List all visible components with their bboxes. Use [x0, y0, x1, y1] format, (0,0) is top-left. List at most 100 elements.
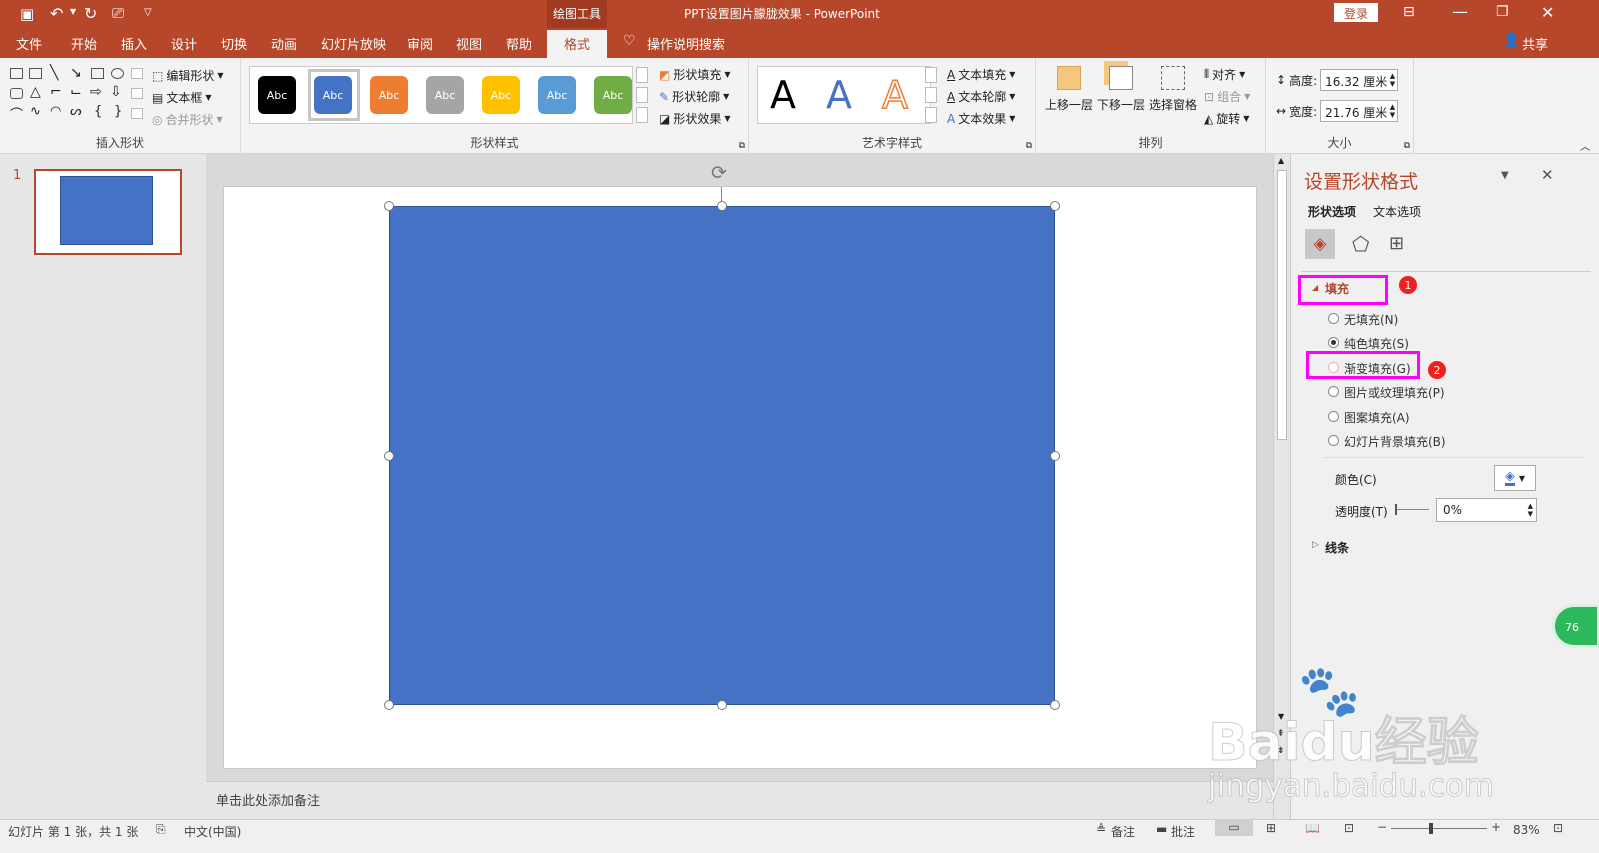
- collapse-ribbon-icon[interactable]: ︿: [1580, 138, 1590, 153]
- tab-help[interactable]: 帮助: [506, 34, 532, 53]
- shape-fill-button[interactable]: ◩ 形状填充 ▼: [659, 66, 731, 83]
- vertical-scrollbar[interactable]: ▲ ▼ ⇞ ⇟: [1273, 154, 1290, 819]
- zoom-level[interactable]: 83%: [1513, 823, 1540, 837]
- resize-handle-top[interactable]: [717, 201, 727, 211]
- restore-icon[interactable]: ❐: [1496, 4, 1509, 20]
- close-icon[interactable]: ✕: [1541, 3, 1554, 22]
- resize-handle-right[interactable]: [1050, 451, 1060, 461]
- send-backward-button[interactable]: 下移一层: [1095, 66, 1147, 113]
- spell-check-icon[interactable]: ⎘: [156, 822, 166, 837]
- tab-transitions[interactable]: 切换: [221, 34, 247, 53]
- undo-dropdown-icon[interactable]: ▼: [70, 7, 76, 16]
- style-swatch[interactable]: Abc: [258, 76, 296, 114]
- slide-sorter-icon[interactable]: ⊞: [1266, 821, 1276, 835]
- width-input[interactable]: 21.76 厘米 ▲ ▼: [1320, 100, 1399, 122]
- brace-left-icon[interactable]: {: [94, 104, 102, 119]
- wordart-black[interactable]: A: [770, 73, 796, 117]
- tab-insert[interactable]: 插入: [121, 34, 147, 53]
- share-button[interactable]: 共享: [1522, 34, 1548, 53]
- connector-icon[interactable]: ⌙: [70, 84, 82, 100]
- tab-slideshow[interactable]: 幻灯片放映: [321, 34, 386, 53]
- tab-review[interactable]: 审阅: [407, 34, 433, 53]
- scroll-up-icon[interactable]: ▲: [1278, 156, 1284, 165]
- undo-icon[interactable]: ↶: [50, 4, 63, 23]
- blue-rectangle-shape[interactable]: [389, 206, 1055, 705]
- text-effects-button[interactable]: A 文本效果 ▼: [947, 110, 1015, 127]
- tab-text-options[interactable]: 文本选项: [1373, 203, 1421, 220]
- shapes-more[interactable]: [131, 108, 143, 119]
- size-properties-icon[interactable]: ⊞: [1389, 233, 1404, 254]
- rotate-handle-icon[interactable]: ⟳: [711, 162, 727, 184]
- text-outline-button[interactable]: A 文本轮廓 ▼: [947, 88, 1015, 105]
- text-fill-button[interactable]: A 文本填充 ▼: [947, 66, 1015, 83]
- shapes-gallery[interactable]: ╲ ↘ △ ⌐ ⌙ ⇨ ⇩ ⌒ ∿ ◠ ᔕ { }: [10, 65, 130, 128]
- login-button[interactable]: 登录: [1334, 3, 1378, 22]
- radio-no-fill[interactable]: [1328, 313, 1339, 324]
- tab-shape-options[interactable]: 形状选项: [1308, 203, 1356, 220]
- line-shape-icon[interactable]: ╲: [50, 65, 58, 81]
- radio-gradient-fill[interactable]: [1328, 362, 1339, 373]
- tab-format[interactable]: 格式: [547, 30, 607, 58]
- zoom-slider-thumb[interactable]: [1429, 823, 1433, 834]
- present-icon[interactable]: ⎚: [112, 4, 124, 22]
- wordart-more[interactable]: [925, 107, 937, 123]
- style-swatch[interactable]: Abc: [426, 76, 464, 114]
- slide-thumbnail[interactable]: [34, 169, 182, 255]
- curve-shape-icon[interactable]: ᔕ: [70, 104, 82, 119]
- scroll-down-icon[interactable]: ▼: [1278, 712, 1284, 721]
- down-arrow-shape-icon[interactable]: ⇩: [110, 84, 122, 100]
- rotate-button[interactable]: ◭ 旋转 ▼: [1204, 110, 1249, 127]
- pane-close-icon[interactable]: ✕: [1541, 166, 1554, 184]
- elbow-connector-icon[interactable]: ⌐: [50, 84, 62, 100]
- edit-shape-button[interactable]: ⬚ 编辑形状 ▼: [152, 67, 224, 84]
- text-box-button[interactable]: ▤ 文本框 ▼: [152, 89, 212, 106]
- tab-design[interactable]: 设计: [171, 34, 197, 53]
- save-icon[interactable]: ▣: [20, 5, 34, 23]
- oval-shape-icon[interactable]: [111, 68, 124, 79]
- align-button[interactable]: ⫴ 对齐 ▼: [1204, 66, 1245, 83]
- slider-thumb[interactable]: [1395, 504, 1397, 515]
- shape-outline-button[interactable]: ✎ 形状轮廓 ▼: [659, 88, 729, 105]
- wordart-scroll-up[interactable]: [925, 67, 937, 83]
- brace-right-icon[interactable]: }: [114, 104, 122, 119]
- shape-effects-button[interactable]: ◪ 形状效果 ▼: [659, 110, 731, 127]
- wordart-orange[interactable]: A: [881, 72, 909, 118]
- tab-file[interactable]: 文件: [16, 34, 42, 53]
- style-swatch[interactable]: Abc: [482, 76, 520, 114]
- line-section-header[interactable]: 线条: [1325, 539, 1349, 556]
- radio-pattern-fill[interactable]: [1328, 411, 1339, 422]
- tab-view[interactable]: 视图: [456, 34, 482, 53]
- color-picker-button[interactable]: ◈ ▼: [1494, 465, 1536, 491]
- option-picture-fill[interactable]: 图片或纹理填充(P): [1344, 384, 1445, 401]
- customize-qat-icon[interactable]: ▽: [144, 7, 152, 18]
- zoom-in-icon[interactable]: +: [1491, 820, 1501, 834]
- language-indicator[interactable]: 中文(中国): [184, 823, 241, 840]
- style-swatch[interactable]: Abc: [594, 76, 632, 114]
- transparency-slider[interactable]: [1395, 504, 1429, 515]
- slideshow-view-icon[interactable]: ⊡: [1344, 821, 1354, 835]
- minimize-icon[interactable]: —: [1452, 2, 1468, 21]
- selection-pane-button[interactable]: 选择窗格: [1147, 66, 1199, 113]
- resize-handle-bottom-right[interactable]: [1050, 700, 1060, 710]
- resize-handle-top-left[interactable]: [384, 201, 394, 211]
- scribble-shape-icon[interactable]: ∿: [30, 104, 41, 119]
- notes-pane[interactable]: 单击此处添加备注: [206, 781, 1273, 819]
- resize-handle-bottom[interactable]: [717, 700, 727, 710]
- fill-line-tab[interactable]: ◈: [1305, 229, 1335, 259]
- zoom-out-icon[interactable]: −: [1377, 820, 1387, 834]
- style-swatch[interactable]: Abc: [538, 76, 576, 114]
- rounded-rect-shape-icon[interactable]: [10, 88, 23, 99]
- option-background-fill[interactable]: 幻灯片背景填充(B): [1344, 433, 1446, 450]
- pane-options-dropdown-icon[interactable]: ▼: [1501, 170, 1509, 181]
- radio-solid-fill[interactable]: [1328, 337, 1339, 348]
- styles-scroll-down[interactable]: [636, 87, 648, 103]
- tell-me-search[interactable]: 操作说明搜索: [647, 34, 725, 53]
- option-pattern-fill[interactable]: 图案填充(A): [1344, 409, 1410, 426]
- textbox-shape-icon[interactable]: [10, 68, 23, 79]
- option-gradient-fill[interactable]: 渐变填充(G): [1344, 360, 1411, 377]
- line-expand-icon[interactable]: ▷: [1312, 540, 1319, 550]
- arrow-line-shape-icon[interactable]: ↘: [70, 65, 82, 81]
- normal-view-button[interactable]: ▭: [1215, 820, 1253, 836]
- zoom-slider[interactable]: [1391, 823, 1487, 834]
- ribbon-display-icon[interactable]: ⊟: [1403, 4, 1415, 20]
